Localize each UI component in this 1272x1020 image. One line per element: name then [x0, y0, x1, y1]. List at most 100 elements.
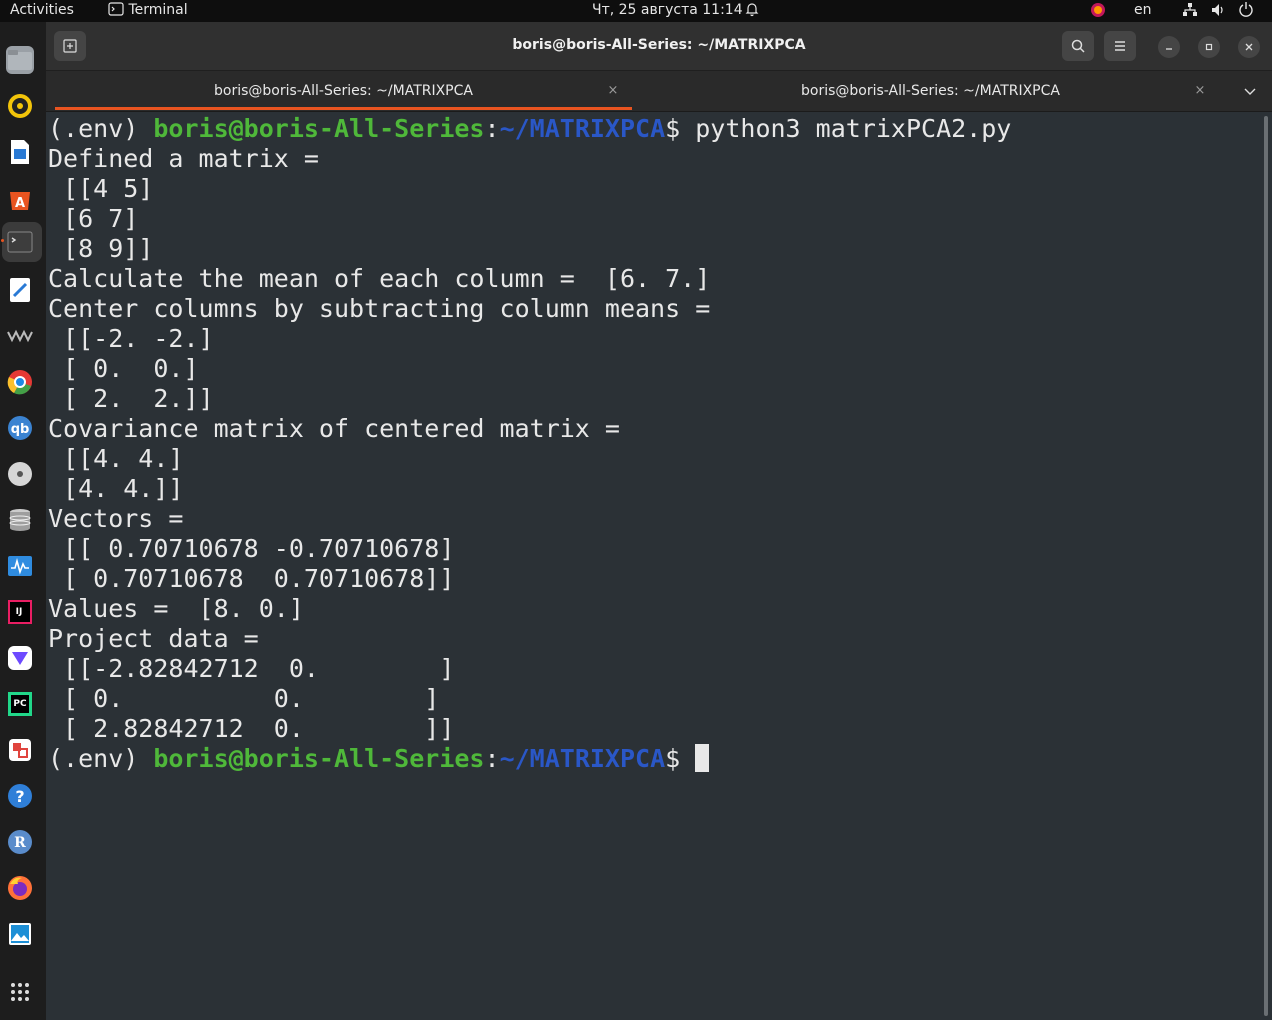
scrollbar[interactable] — [1260, 112, 1272, 1020]
output-line: [[4. 4.] — [48, 444, 184, 473]
rhythmbox-icon[interactable] — [6, 92, 34, 120]
svg-text:?: ? — [15, 787, 24, 806]
power-icon[interactable] — [1238, 1, 1254, 23]
dock-running-indicator — [1, 239, 4, 242]
output-line: Center columns by subtracting column mea… — [48, 294, 711, 323]
libreoffice-writer-icon[interactable] — [6, 138, 34, 166]
prompt-dollar: $ — [665, 744, 696, 773]
output-line: [[-2. -2.] — [48, 324, 214, 353]
output-line: [[4 5] — [48, 174, 154, 203]
top-bar: Activities Terminal Чт, 25 августа 11:14… — [0, 0, 1272, 22]
tab-2[interactable]: boris@boris-All-Series: ~/MATRIXPCA — [642, 71, 1219, 111]
prompt-env: (.env) — [48, 114, 154, 143]
output-line: [ 0. 0. ] — [48, 684, 440, 713]
terminal-app-icon — [108, 2, 124, 16]
prompt-colon: : — [484, 744, 500, 773]
svg-text:A: A — [15, 196, 25, 211]
tab-bar: boris@boris-All-Series: ~/MATRIXPCA × bo… — [46, 71, 1272, 112]
output-line: Vectors = — [48, 504, 184, 533]
app-menu[interactable]: Terminal — [108, 0, 188, 22]
dock: A qb IJ PC ? R — [0, 22, 46, 1020]
prompt-user: boris@boris-All-Series — [153, 114, 485, 143]
new-tab-icon — [63, 39, 77, 53]
output-line: Calculate the mean of each column = [6. … — [48, 264, 711, 293]
tab-1[interactable]: boris@boris-All-Series: ~/MATRIXPCA — [55, 71, 632, 111]
files-icon[interactable] — [6, 46, 34, 74]
prompt-line[interactable]: (.env) boris@boris-All-Series:~/MATRIXPC… — [48, 744, 710, 774]
prompt-colon: : — [484, 114, 500, 143]
output-line: Values = [8. 0.] — [48, 594, 304, 623]
chrome-icon[interactable] — [6, 368, 34, 396]
wireshark-like-icon[interactable] — [6, 322, 34, 350]
output-line: [ 0.70710678 0.70710678]] — [48, 564, 455, 593]
prompt-dollar: $ — [665, 114, 696, 143]
prompt-env: (.env) — [48, 744, 154, 773]
r-studio-icon[interactable]: R — [6, 828, 34, 856]
output-line: Defined a matrix = — [48, 144, 319, 173]
output-line: [[-2.82842712 0. ] — [48, 654, 455, 683]
system-monitor-icon[interactable] — [6, 552, 34, 580]
hamburger-menu-icon — [1115, 41, 1125, 51]
qbittorrent-icon[interactable]: qb — [6, 414, 34, 442]
maximize-icon — [1205, 43, 1213, 51]
svg-text:IJ: IJ — [16, 607, 23, 617]
intellij-icon[interactable]: IJ — [6, 598, 34, 626]
pycharm-icon[interactable]: PC — [6, 690, 34, 718]
tab-2-close-icon[interactable]: × — [1192, 83, 1208, 99]
minimize-icon — [1166, 48, 1172, 50]
activities-button[interactable]: Activities — [10, 0, 74, 22]
text-editor-icon[interactable] — [6, 276, 34, 304]
app-name: Terminal — [128, 2, 188, 18]
output-line: Covariance matrix of centered matrix = — [48, 414, 620, 443]
tab-1-close-icon[interactable]: × — [605, 83, 621, 99]
ubuntu-software-icon[interactable]: A — [6, 184, 34, 212]
show-applications-icon[interactable] — [6, 978, 34, 1006]
search-icon — [1071, 39, 1085, 53]
database-icon[interactable] — [6, 506, 34, 534]
tray-app-icon[interactable] — [1090, 2, 1106, 24]
help-icon[interactable]: ? — [6, 782, 34, 810]
tab-2-label: boris@boris-All-Series: ~/MATRIXPCA — [801, 83, 1060, 99]
tab-1-label: boris@boris-All-Series: ~/MATRIXPCA — [214, 83, 473, 99]
scrollbar-thumb[interactable] — [1264, 116, 1268, 1016]
terminal-window: boris@boris-All-Series: ~/MATRIXPCA bori… — [46, 22, 1272, 1020]
minimize-button[interactable] — [1158, 36, 1180, 58]
maximize-button[interactable] — [1198, 36, 1220, 58]
prompt-path: ~/MATRIXPCA — [499, 114, 666, 143]
notification-bell-icon[interactable] — [744, 1, 760, 23]
svg-text:PC: PC — [13, 699, 27, 709]
clock[interactable]: Чт, 25 августа 11:14 — [592, 0, 743, 22]
active-tab-indicator — [55, 107, 632, 110]
screenshot-tool-icon[interactable] — [6, 736, 34, 764]
menu-button[interactable] — [1104, 31, 1136, 61]
command-line: (.env) boris@boris-All-Series:~/MATRIXPC… — [48, 114, 1011, 144]
header-bar[interactable]: boris@boris-All-Series: ~/MATRIXPCA — [46, 22, 1272, 71]
output-line: [ 2. 2.]] — [48, 384, 214, 413]
image-viewer-icon[interactable] — [6, 920, 34, 948]
output-line: [6 7] — [48, 204, 139, 233]
svg-text:R: R — [14, 835, 26, 851]
search-button[interactable] — [1062, 31, 1094, 61]
output-line: [ 0. 0.] — [48, 354, 199, 383]
output-line: [ 2.82842712 0. ]] — [48, 714, 455, 743]
terminal-output[interactable]: (.env) boris@boris-All-Series:~/MATRIXPC… — [46, 112, 1260, 1020]
output-line: [4. 4.]] — [48, 474, 184, 503]
tab-list-chevron-down-icon[interactable] — [1242, 83, 1258, 103]
command-text: python3 matrixPCA2.py — [695, 114, 1012, 143]
new-tab-button[interactable] — [54, 31, 86, 61]
volume-icon[interactable] — [1210, 2, 1226, 24]
close-icon — [1245, 43, 1253, 51]
terminal-icon[interactable] — [6, 228, 34, 256]
proton-vpn-icon[interactable] — [6, 644, 34, 672]
text-cursor — [695, 744, 710, 772]
output-line: [[ 0.70710678 -0.70710678] — [48, 534, 455, 563]
firefox-icon[interactable] — [6, 874, 34, 902]
output-line: [8 9]] — [48, 234, 154, 263]
disc-icon[interactable] — [6, 460, 34, 488]
prompt-user: boris@boris-All-Series — [153, 744, 485, 773]
output-line: Project data = — [48, 624, 259, 653]
prompt-path: ~/MATRIXPCA — [499, 744, 666, 773]
network-icon[interactable] — [1182, 2, 1198, 24]
close-button[interactable] — [1238, 36, 1260, 58]
language-indicator[interactable]: en — [1134, 0, 1152, 22]
